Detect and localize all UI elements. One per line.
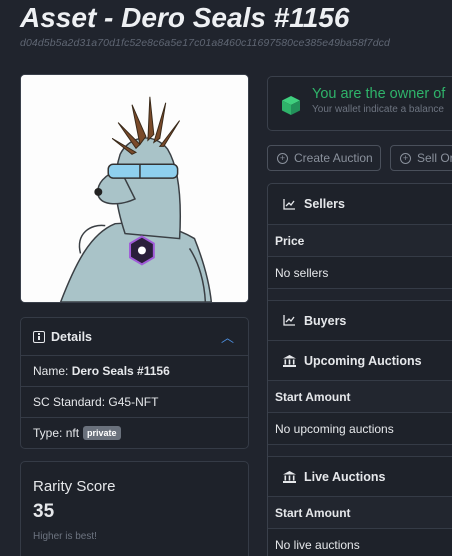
standard-label: SC Standard: [33, 395, 106, 409]
name-label: Name: [33, 364, 69, 378]
cube-icon [282, 96, 300, 115]
seal-artwork [21, 75, 248, 302]
bank-icon [283, 470, 296, 483]
plus-circle-icon: + [277, 152, 288, 164]
owner-alert: You are the owner of Your wallet indicat… [267, 76, 452, 131]
sell-button[interactable]: + Sell Or [390, 145, 452, 171]
line-chart-icon [283, 315, 295, 326]
live-column-header: Start Amount [268, 496, 452, 528]
details-header[interactable]: Details ︿ [21, 318, 248, 355]
live-empty: No live auctions [268, 528, 452, 556]
buyers-title: Buyers [304, 313, 347, 328]
market-panel: Sellers Price No sellers Buyers Upcoming… [267, 183, 452, 556]
type-badge: private [83, 426, 121, 440]
nft-image [20, 74, 249, 303]
sellers-column-header: Price [268, 224, 452, 256]
upcoming-auctions-title: Upcoming Auctions [304, 353, 422, 368]
sellers-header[interactable]: Sellers [268, 184, 452, 224]
details-name-row: Name: Dero Seals #1156 [21, 355, 248, 386]
standard-value: G45-NFT [108, 395, 159, 409]
rarity-label: Rarity Score [33, 478, 116, 495]
type-label: Type: [33, 426, 63, 440]
rarity-value: 35 [33, 501, 55, 522]
chevron-up-icon[interactable]: ︿ [221, 327, 234, 346]
sellers-empty: No sellers [268, 256, 452, 288]
upcoming-auctions-header[interactable]: Upcoming Auctions [268, 340, 452, 380]
type-value: nft [65, 426, 80, 440]
rarity-note: Higher is best! [33, 531, 97, 542]
details-title: Details [51, 329, 92, 344]
create-auction-button[interactable]: + Create Auction [267, 145, 381, 171]
live-auctions-title: Live Auctions [304, 469, 386, 484]
upcoming-column-header: Start Amount [268, 380, 452, 412]
live-auctions-header[interactable]: Live Auctions [268, 456, 452, 496]
details-card: Details ︿ Name: Dero Seals #1156 SC Stan… [20, 317, 249, 449]
name-value: Dero Seals #1156 [71, 364, 170, 378]
info-icon [33, 330, 45, 343]
divider [268, 288, 452, 300]
asset-hash: d04d5b5a2d31a70d1fc52e8c6a5e17c01a8460c1… [20, 37, 390, 49]
owner-subtitle: Your wallet indicate a balance [312, 104, 444, 115]
sell-label: Sell Or [417, 151, 452, 165]
details-standard-row: SC Standard: G45-NFT [21, 386, 248, 417]
upcoming-empty: No upcoming auctions [268, 412, 452, 444]
create-auction-label: Create Auction [294, 151, 373, 165]
rarity-card: Rarity Score 35 Higher is best! [20, 461, 249, 556]
buyers-header[interactable]: Buyers [268, 300, 452, 340]
owner-title: You are the owner of [312, 86, 446, 102]
line-chart-icon [283, 198, 295, 210]
divider [268, 444, 452, 456]
details-type-row: Type: nft private [21, 417, 248, 448]
page-title: Asset - Dero Seals #1156 [20, 2, 350, 33]
bank-icon [283, 354, 296, 367]
sellers-title: Sellers [304, 197, 346, 211]
plus-circle-icon: + [400, 152, 411, 164]
